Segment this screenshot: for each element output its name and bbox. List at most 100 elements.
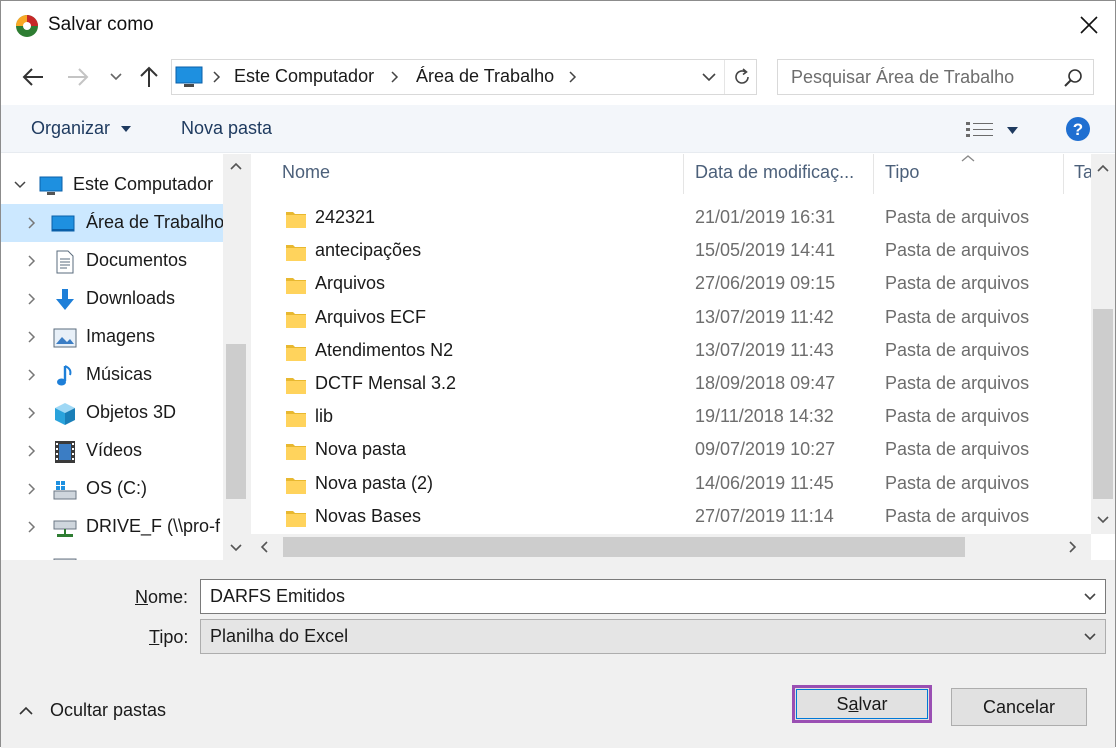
file-list-hscrollbar[interactable] xyxy=(251,534,1091,560)
music-icon xyxy=(57,365,72,386)
nav-item-drive-c[interactable]: OS (C:) xyxy=(1,470,223,508)
nav-label: Imagens xyxy=(86,326,156,346)
download-icon xyxy=(56,289,74,310)
file-date: 14/06/2019 11:45 xyxy=(695,472,834,493)
chevron-down-icon[interactable] xyxy=(702,72,716,82)
nav-label: Músicas xyxy=(86,364,153,384)
nav-item-desktop[interactable]: Área de Trabalho xyxy=(1,204,224,242)
close-button[interactable] xyxy=(1063,1,1115,49)
chevron-down-icon[interactable] xyxy=(1083,590,1097,604)
back-button[interactable] xyxy=(18,63,48,91)
nav-label: OS (C:) xyxy=(86,478,147,498)
column-header-type[interactable]: Tipo xyxy=(885,162,919,183)
chevron-right-icon xyxy=(28,293,36,305)
folder-icon xyxy=(286,245,306,262)
column-header-name[interactable]: Nome xyxy=(282,162,330,183)
breadcrumb-computer[interactable]: Este Computador xyxy=(234,66,374,87)
breadcrumb-desktop[interactable]: Área de Trabalho xyxy=(416,66,554,87)
details-view-icon xyxy=(966,122,993,137)
drive-icon xyxy=(53,481,77,500)
up-button[interactable] xyxy=(134,63,164,91)
file-row[interactable]: Arquivos 27/06/2019 09:15 Pasta de arquivo… xyxy=(251,269,1091,302)
nav-scroll-thumb[interactable] xyxy=(226,344,246,499)
new-folder-button[interactable]: Nova pasta xyxy=(181,118,272,139)
cancel-button[interactable]: Cancelar xyxy=(951,688,1087,726)
file-type: Pasta de arquivos xyxy=(885,439,1030,460)
save-as-dialog: Salvar como Este Computador Área de Trab… xyxy=(0,0,1116,748)
address-bar[interactable]: Este Computador Área de Trabalho xyxy=(171,59,757,95)
filename-label: Nome: xyxy=(135,587,189,607)
file-type: Pasta de arquivos xyxy=(885,373,1030,393)
chevron-right-icon xyxy=(28,445,36,457)
nav-item-partial[interactable] xyxy=(1,546,223,560)
file-name: Nova pasta xyxy=(315,439,407,460)
filename-field[interactable]: DARFS Emitidos xyxy=(200,579,1106,614)
chevron-right-icon xyxy=(28,407,36,419)
file-date: 15/05/2019 14:41 xyxy=(695,240,836,261)
file-row[interactable]: Arquivos ECF 13/07/2019 11:42 Pasta de arq… xyxy=(251,303,1091,336)
save-button[interactable]: Salvar xyxy=(792,685,932,723)
nav-item-pictures[interactable]: Imagens xyxy=(1,318,223,356)
search-input[interactable]: Pesquisar Área de Trabalho xyxy=(777,59,1094,95)
chevron-right-icon xyxy=(28,369,36,381)
hscroll-thumb[interactable] xyxy=(283,537,965,557)
file-name: Arquivos xyxy=(315,273,386,294)
video-icon xyxy=(55,441,75,463)
nav-item-documents[interactable]: Documentos xyxy=(1,242,223,280)
recent-locations-button[interactable] xyxy=(103,63,129,91)
column-header-date[interactable]: Data de modificaç... xyxy=(695,162,854,183)
file-date: 09/07/2019 10:27 xyxy=(695,439,836,460)
nav-item-network-drive[interactable]: DRIVE_F (\\pro-f xyxy=(1,508,223,546)
file-date: 27/07/2019 11:14 xyxy=(695,505,834,526)
chevron-right-icon xyxy=(28,521,36,533)
nav-item-music[interactable]: Músicas xyxy=(1,356,223,394)
column-header-size[interactable]: Ta xyxy=(1074,162,1091,183)
close-icon xyxy=(1080,16,1098,34)
file-type: Pasta de arquivos xyxy=(885,505,1030,526)
file-row[interactable]: lib 19/11/2018 14:32 Pasta de arquivos xyxy=(251,402,1091,435)
chevron-up-icon xyxy=(1097,164,1109,172)
file-type: Pasta de arquivos xyxy=(885,472,1030,493)
help-icon[interactable]: ? xyxy=(1065,116,1091,142)
navigation-pane: Este Computador Área de Trabalho Documen… xyxy=(1,154,249,560)
file-date: 21/01/2019 16:31 xyxy=(695,207,836,227)
nav-item-this-pc[interactable]: Este Computador xyxy=(1,166,223,204)
forward-button[interactable] xyxy=(63,63,93,91)
nav-scrollbar[interactable] xyxy=(223,154,249,560)
pictures-icon xyxy=(53,328,77,348)
nav-label: Downloads xyxy=(86,288,176,308)
refresh-icon[interactable] xyxy=(733,68,751,86)
file-row[interactable]: Atendimentos N2 13/07/2019 11:43 Pasta de … xyxy=(251,336,1091,369)
nav-item-3d-objects[interactable]: Objetos 3D xyxy=(1,394,223,432)
chevron-down-icon xyxy=(1084,633,1096,641)
file-list-scrollbar[interactable] xyxy=(1091,154,1115,534)
organize-button[interactable]: Organizar xyxy=(31,118,132,139)
file-name: Arquivos ECF xyxy=(315,306,427,327)
chevron-down-icon xyxy=(14,181,26,189)
nav-item-videos[interactable]: Vídeos xyxy=(1,432,223,470)
nav-label: Este Computador xyxy=(73,174,214,194)
desktop-icon xyxy=(51,215,75,232)
filetype-select[interactable]: Planilha do Excel xyxy=(200,619,1106,654)
file-row[interactable]: Nova pasta 09/07/2019 10:27 Pasta de arqui… xyxy=(251,435,1091,468)
file-list-scroll-thumb[interactable] xyxy=(1093,309,1113,499)
file-type: Pasta de arquivos xyxy=(885,406,1030,427)
chevron-down-icon xyxy=(110,73,122,81)
file-row[interactable]: 242321 21/01/2019 16:31 Pasta de arquivos xyxy=(251,203,1091,236)
chevron-right-icon xyxy=(213,71,221,83)
file-date: 13/07/2019 11:43 xyxy=(695,339,834,360)
nav-label: DRIVE_F (\\pro-f xyxy=(86,516,221,536)
nav-label: Objetos 3D xyxy=(86,402,177,422)
file-row[interactable]: Novas Bases 27/07/2019 11:14 Pasta de arqu… xyxy=(251,502,1091,534)
file-row[interactable]: DCTF Mensal 3.2 18/09/2018 09:47 Pasta de … xyxy=(251,369,1091,402)
file-date: 13/07/2019 11:42 xyxy=(695,306,834,327)
file-name: Novas Bases xyxy=(315,505,422,526)
nav-item-downloads[interactable]: Downloads xyxy=(1,280,223,318)
view-options-button[interactable] xyxy=(963,117,1033,143)
chevron-right-icon xyxy=(28,255,36,267)
file-row[interactable]: antecipações 15/05/2019 14:41 Pasta de arq… xyxy=(251,236,1091,269)
file-row[interactable]: Nova pasta (2) 14/06/2019 11:45 Pasta de a… xyxy=(251,469,1091,502)
arrow-right-icon xyxy=(68,68,89,86)
chevron-up-icon xyxy=(19,706,33,715)
command-bar: Organizar Nova pasta ? xyxy=(1,105,1115,153)
